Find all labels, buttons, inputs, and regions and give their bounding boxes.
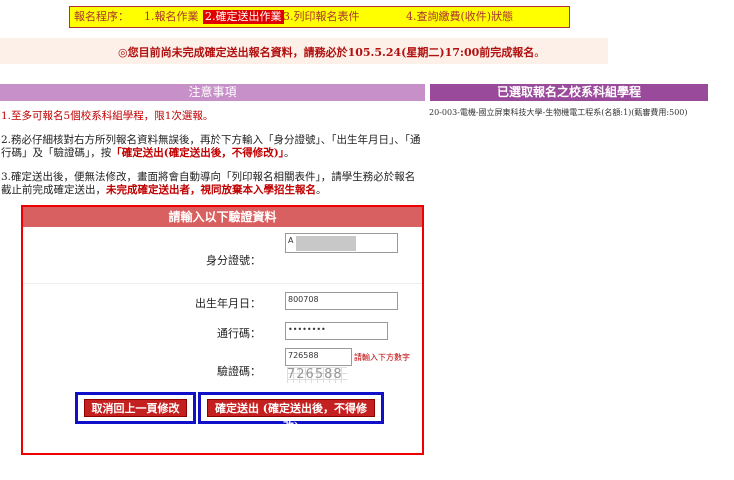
verification-form: 請輸入以下驗證資料 身分證號： A 出生年月日： 800708 通行碼： •••… [21, 205, 424, 455]
step-1-registration[interactable]: 1.報名作業 [142, 10, 201, 24]
id-number-redaction [296, 236, 356, 251]
confirm-submit-button[interactable]: 確定送出 (確定送出後，不得修改) [207, 399, 375, 433]
deadline-notice-main: ◎您目前尚未完成確定送出報名資料，請務必於105.5.24(星期二)17:00前… [118, 46, 535, 59]
instruction-1: 1.至多可報名5個校系科組學程，限1次選報。 [1, 110, 214, 122]
instruction-3: 3.確定送出後，便無法修改，畫面將會自動導向「列印報名相關表件」，請學生務必於報… [1, 171, 425, 197]
submit-button-highlight: 確定送出 (確定送出後，不得修改) [198, 392, 384, 433]
instruction-3-emphasis: 未完成確定送出者，視同放棄本入學招生報名 [106, 184, 316, 196]
captcha-label: 驗證碼： [217, 365, 261, 378]
notes-header: 注意事項 [0, 84, 425, 101]
registration-steps-bar: 報名程序： 1.報名作業 2.確定送出作業 3.列印報名表件 4.查詢繳費(收件… [69, 6, 570, 28]
captcha-input[interactable]: 726588 [285, 348, 352, 366]
selected-programs-header: 已選取報名之校系科組學程 [430, 84, 708, 101]
cancel-button-highlight: 取消回上一頁修改 [75, 392, 196, 424]
birth-date-input[interactable]: 800708 [285, 292, 398, 310]
passcode-input[interactable]: •••••••• [285, 322, 388, 340]
step-2-confirm-submit[interactable]: 2.確定送出作業 [203, 10, 284, 24]
deadline-notice-text: ◎您目前尚未完成確定送出報名資料，請務必於105.5.24(星期二)17:00前… [118, 44, 545, 60]
verification-form-title: 請輸入以下驗證資料 [23, 207, 422, 227]
id-number-label: 身分證號： [206, 254, 261, 267]
passcode-label: 通行碼： [217, 327, 261, 340]
instruction-2-emphasis: 「確定送出(確定送出後，不得修改)」 [111, 147, 284, 159]
cancel-back-button[interactable]: 取消回上一頁修改 [84, 399, 187, 417]
instruction-3-end: 。 [316, 184, 327, 196]
id-number-input[interactable]: A [285, 233, 398, 253]
instruction-2-end: 。 [283, 147, 295, 159]
deadline-notice: ◎您目前尚未完成確定送出報名資料，請務必於105.5.24(星期二)17:00前… [0, 38, 608, 64]
captcha-hint: 請輸入下方數字 [354, 353, 410, 362]
captcha-image: 726588 [287, 367, 347, 383]
deadline-notice-end: 。 [534, 46, 546, 59]
steps-prefix: 報名程序： [74, 10, 129, 23]
step-3-print-forms[interactable]: 3.列印報名表件 [281, 10, 362, 24]
birth-date-label: 出生年月日： [195, 297, 261, 310]
step-4-payment-status[interactable]: 4.查詢繳費(收件)狀態 [404, 10, 515, 24]
instruction-2: 2.務必仔細核對右方所列報名資料無誤後，再於下方輸入「身分證號」、「出生年月日」… [1, 134, 425, 160]
row-divider [23, 283, 422, 284]
id-number-value: A [288, 236, 294, 245]
selected-program-item: 20-003-電機-國立屏東科技大學-生物機電工程系(名額:1)(甄審費用:50… [429, 108, 688, 117]
